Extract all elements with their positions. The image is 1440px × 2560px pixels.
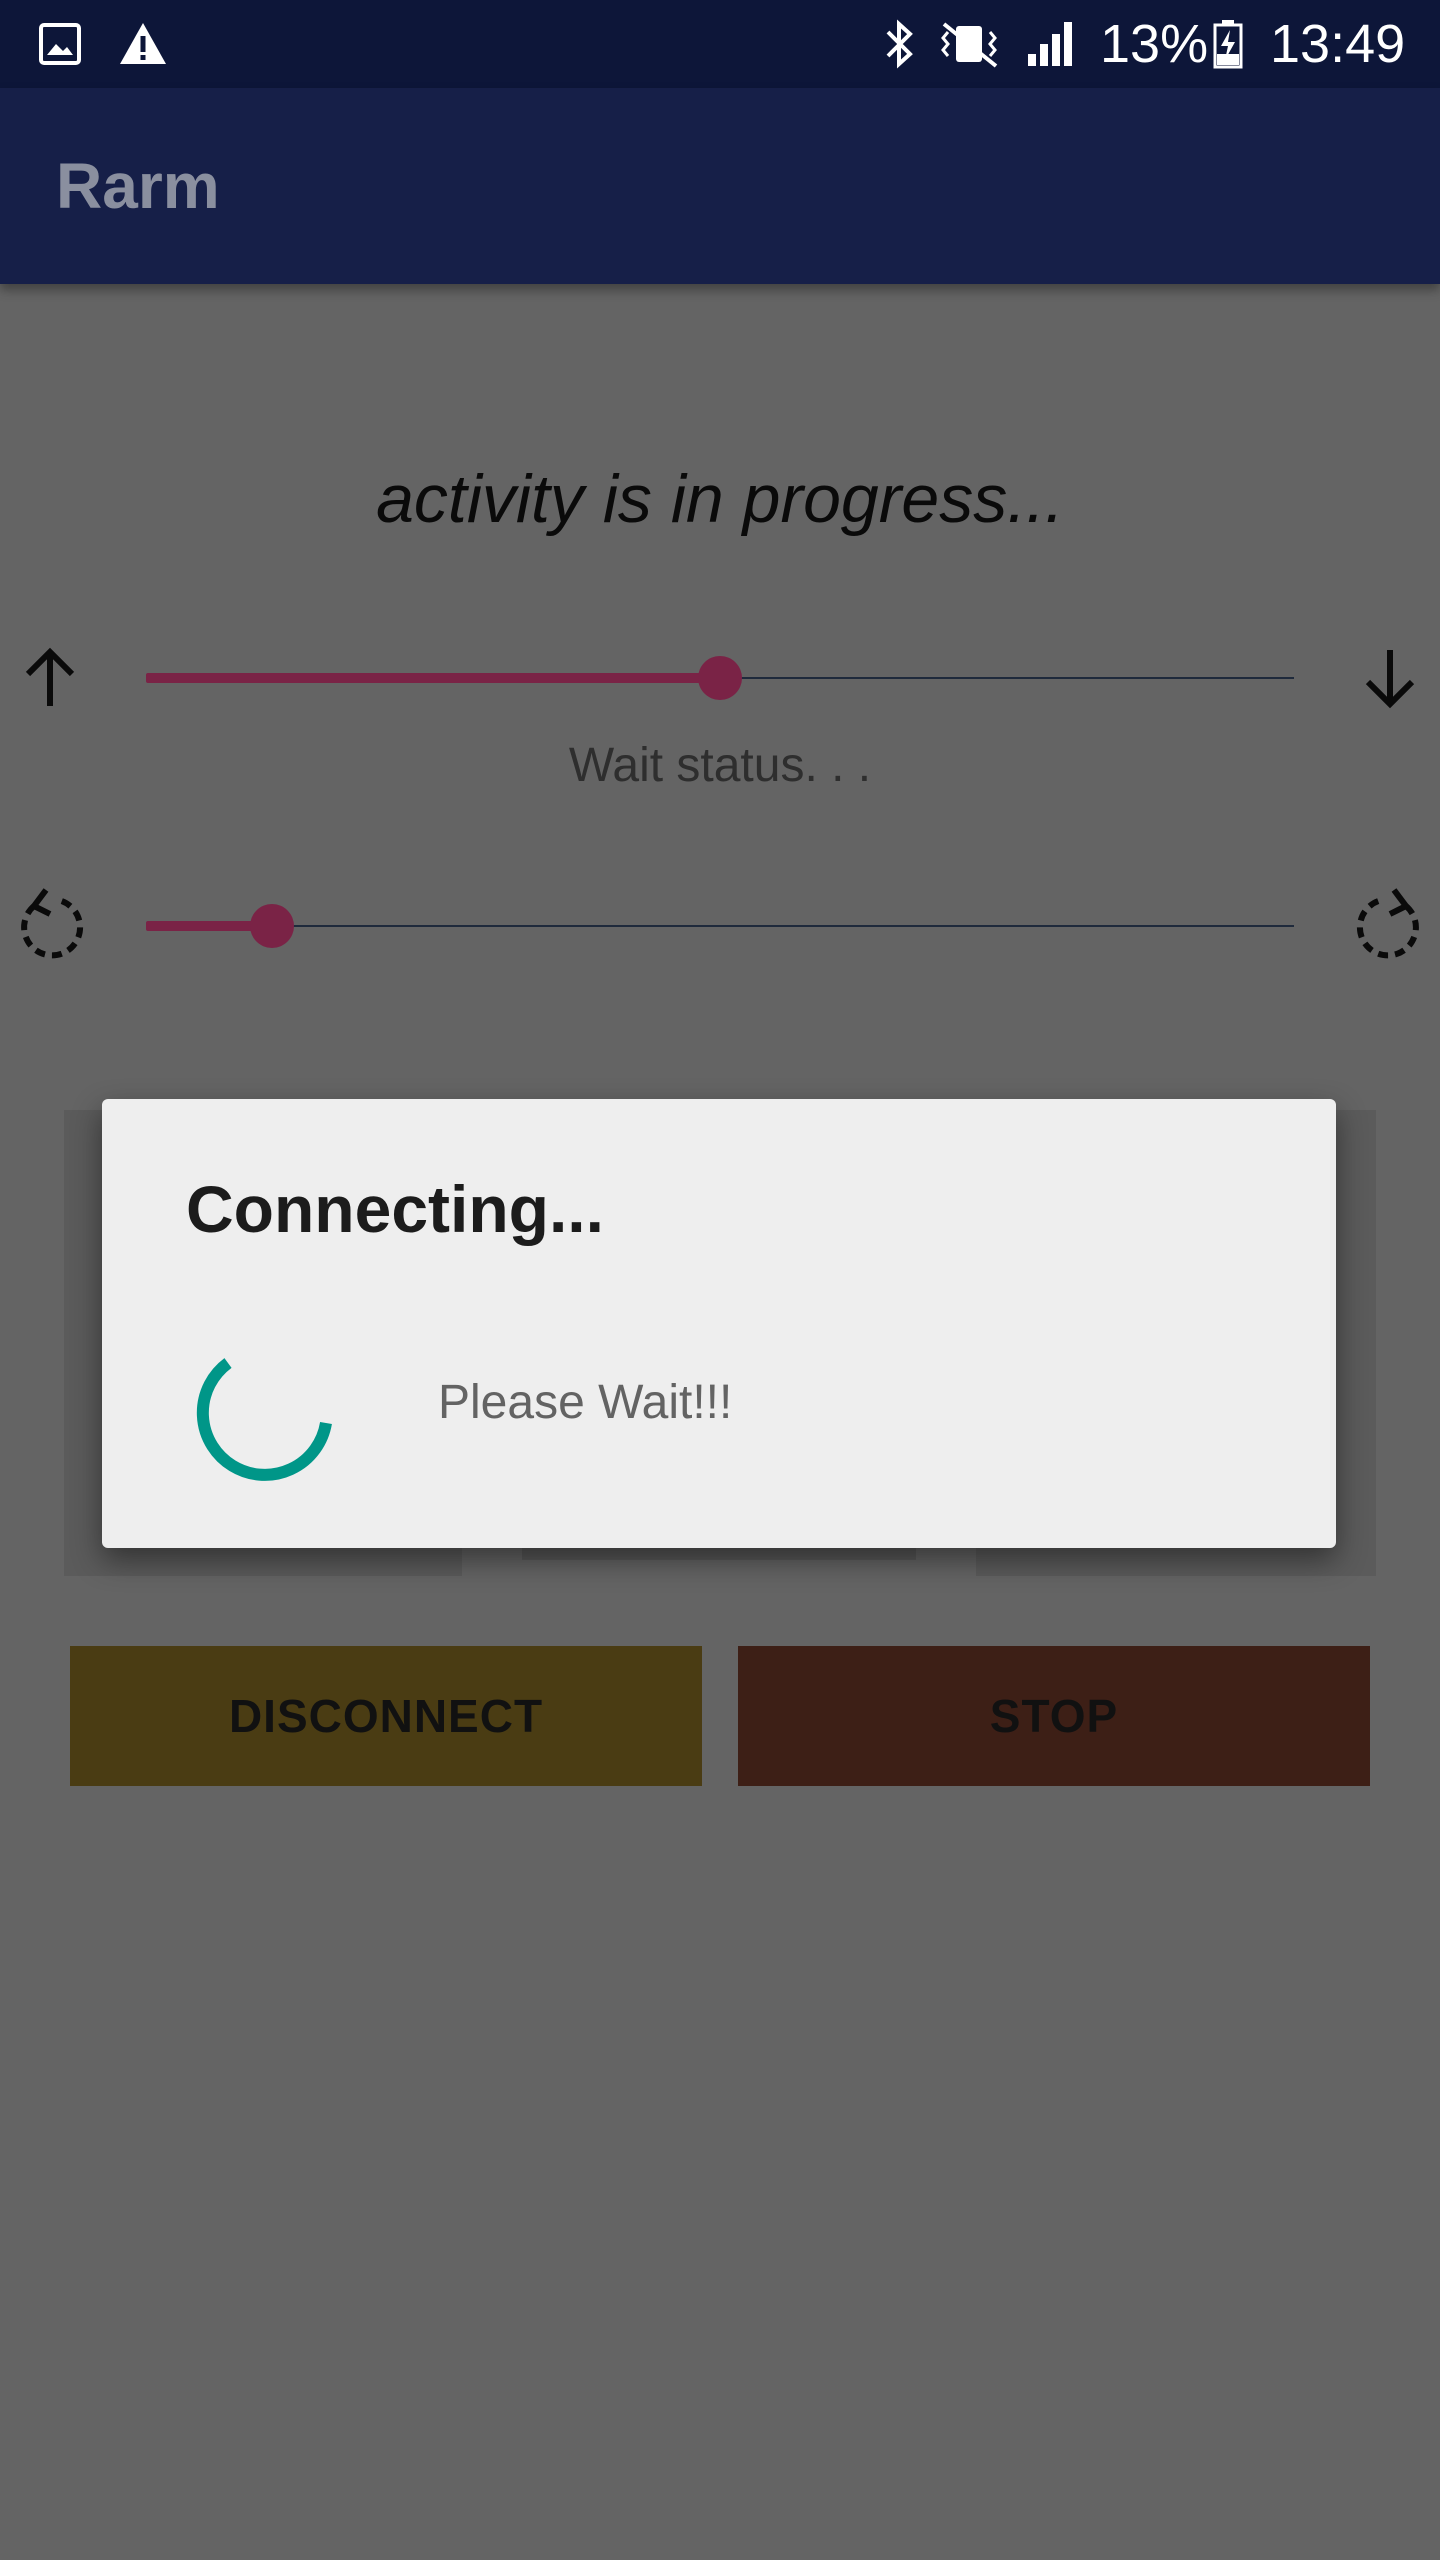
warning-icon (118, 0, 168, 88)
arrow-up-icon[interactable] (12, 640, 88, 716)
activity-status-text: activity is in progress... (376, 461, 1064, 537)
dialog-title: Connecting... (186, 1172, 604, 1246)
rotation-slider[interactable] (146, 896, 1294, 956)
battery-percentage: 13% (1100, 14, 1209, 74)
rotate-left-icon[interactable] (12, 886, 88, 962)
bluetooth-icon (880, 0, 920, 88)
slider-track (146, 925, 1294, 927)
dialog-message: Please Wait!!! (438, 1376, 733, 1429)
screen: 13% 13:49 Rarm activity is in progress..… (0, 0, 1440, 2560)
slider-thumb[interactable] (698, 656, 742, 700)
slider-fill (146, 673, 720, 683)
arrow-down-icon[interactable] (1352, 640, 1428, 716)
wait-status-text: Wait status. . . (568, 739, 872, 792)
vertical-position-slider[interactable] (146, 648, 1294, 708)
loading-spinner-icon (186, 1335, 342, 1491)
app-title: Rarm (56, 150, 220, 222)
battery-charging-icon (1210, 0, 1246, 88)
slider-thumb[interactable] (250, 904, 295, 948)
vibrate-icon (934, 0, 1004, 88)
signal-icon (1024, 0, 1078, 88)
connecting-dialog: Connecting... Please Wait!!! (102, 1099, 1336, 1548)
gallery-icon (36, 0, 84, 88)
disconnect-button[interactable]: DISCONNECT (70, 1646, 702, 1786)
app-bar: Rarm (0, 88, 1440, 284)
status-bar: 13% 13:49 (0, 0, 1440, 88)
rotate-right-icon[interactable] (1352, 886, 1428, 962)
clock: 13:49 (1270, 14, 1406, 74)
stop-button[interactable]: STOP (738, 1646, 1370, 1786)
